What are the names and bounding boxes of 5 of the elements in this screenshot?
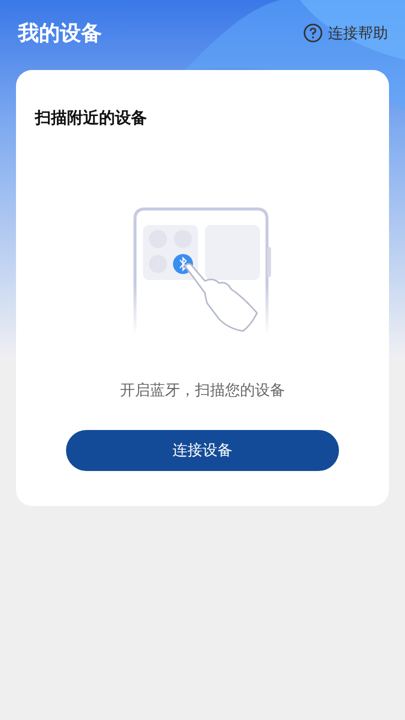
bluetooth-hint: 开启蓝牙，扫描您的设备 [120, 381, 285, 400]
page-title: 我的设备 [18, 20, 102, 47]
card-title: 扫描附近的设备 [35, 108, 147, 129]
help-icon [303, 23, 323, 43]
connect-device-button[interactable]: 连接设备 [66, 430, 339, 471]
